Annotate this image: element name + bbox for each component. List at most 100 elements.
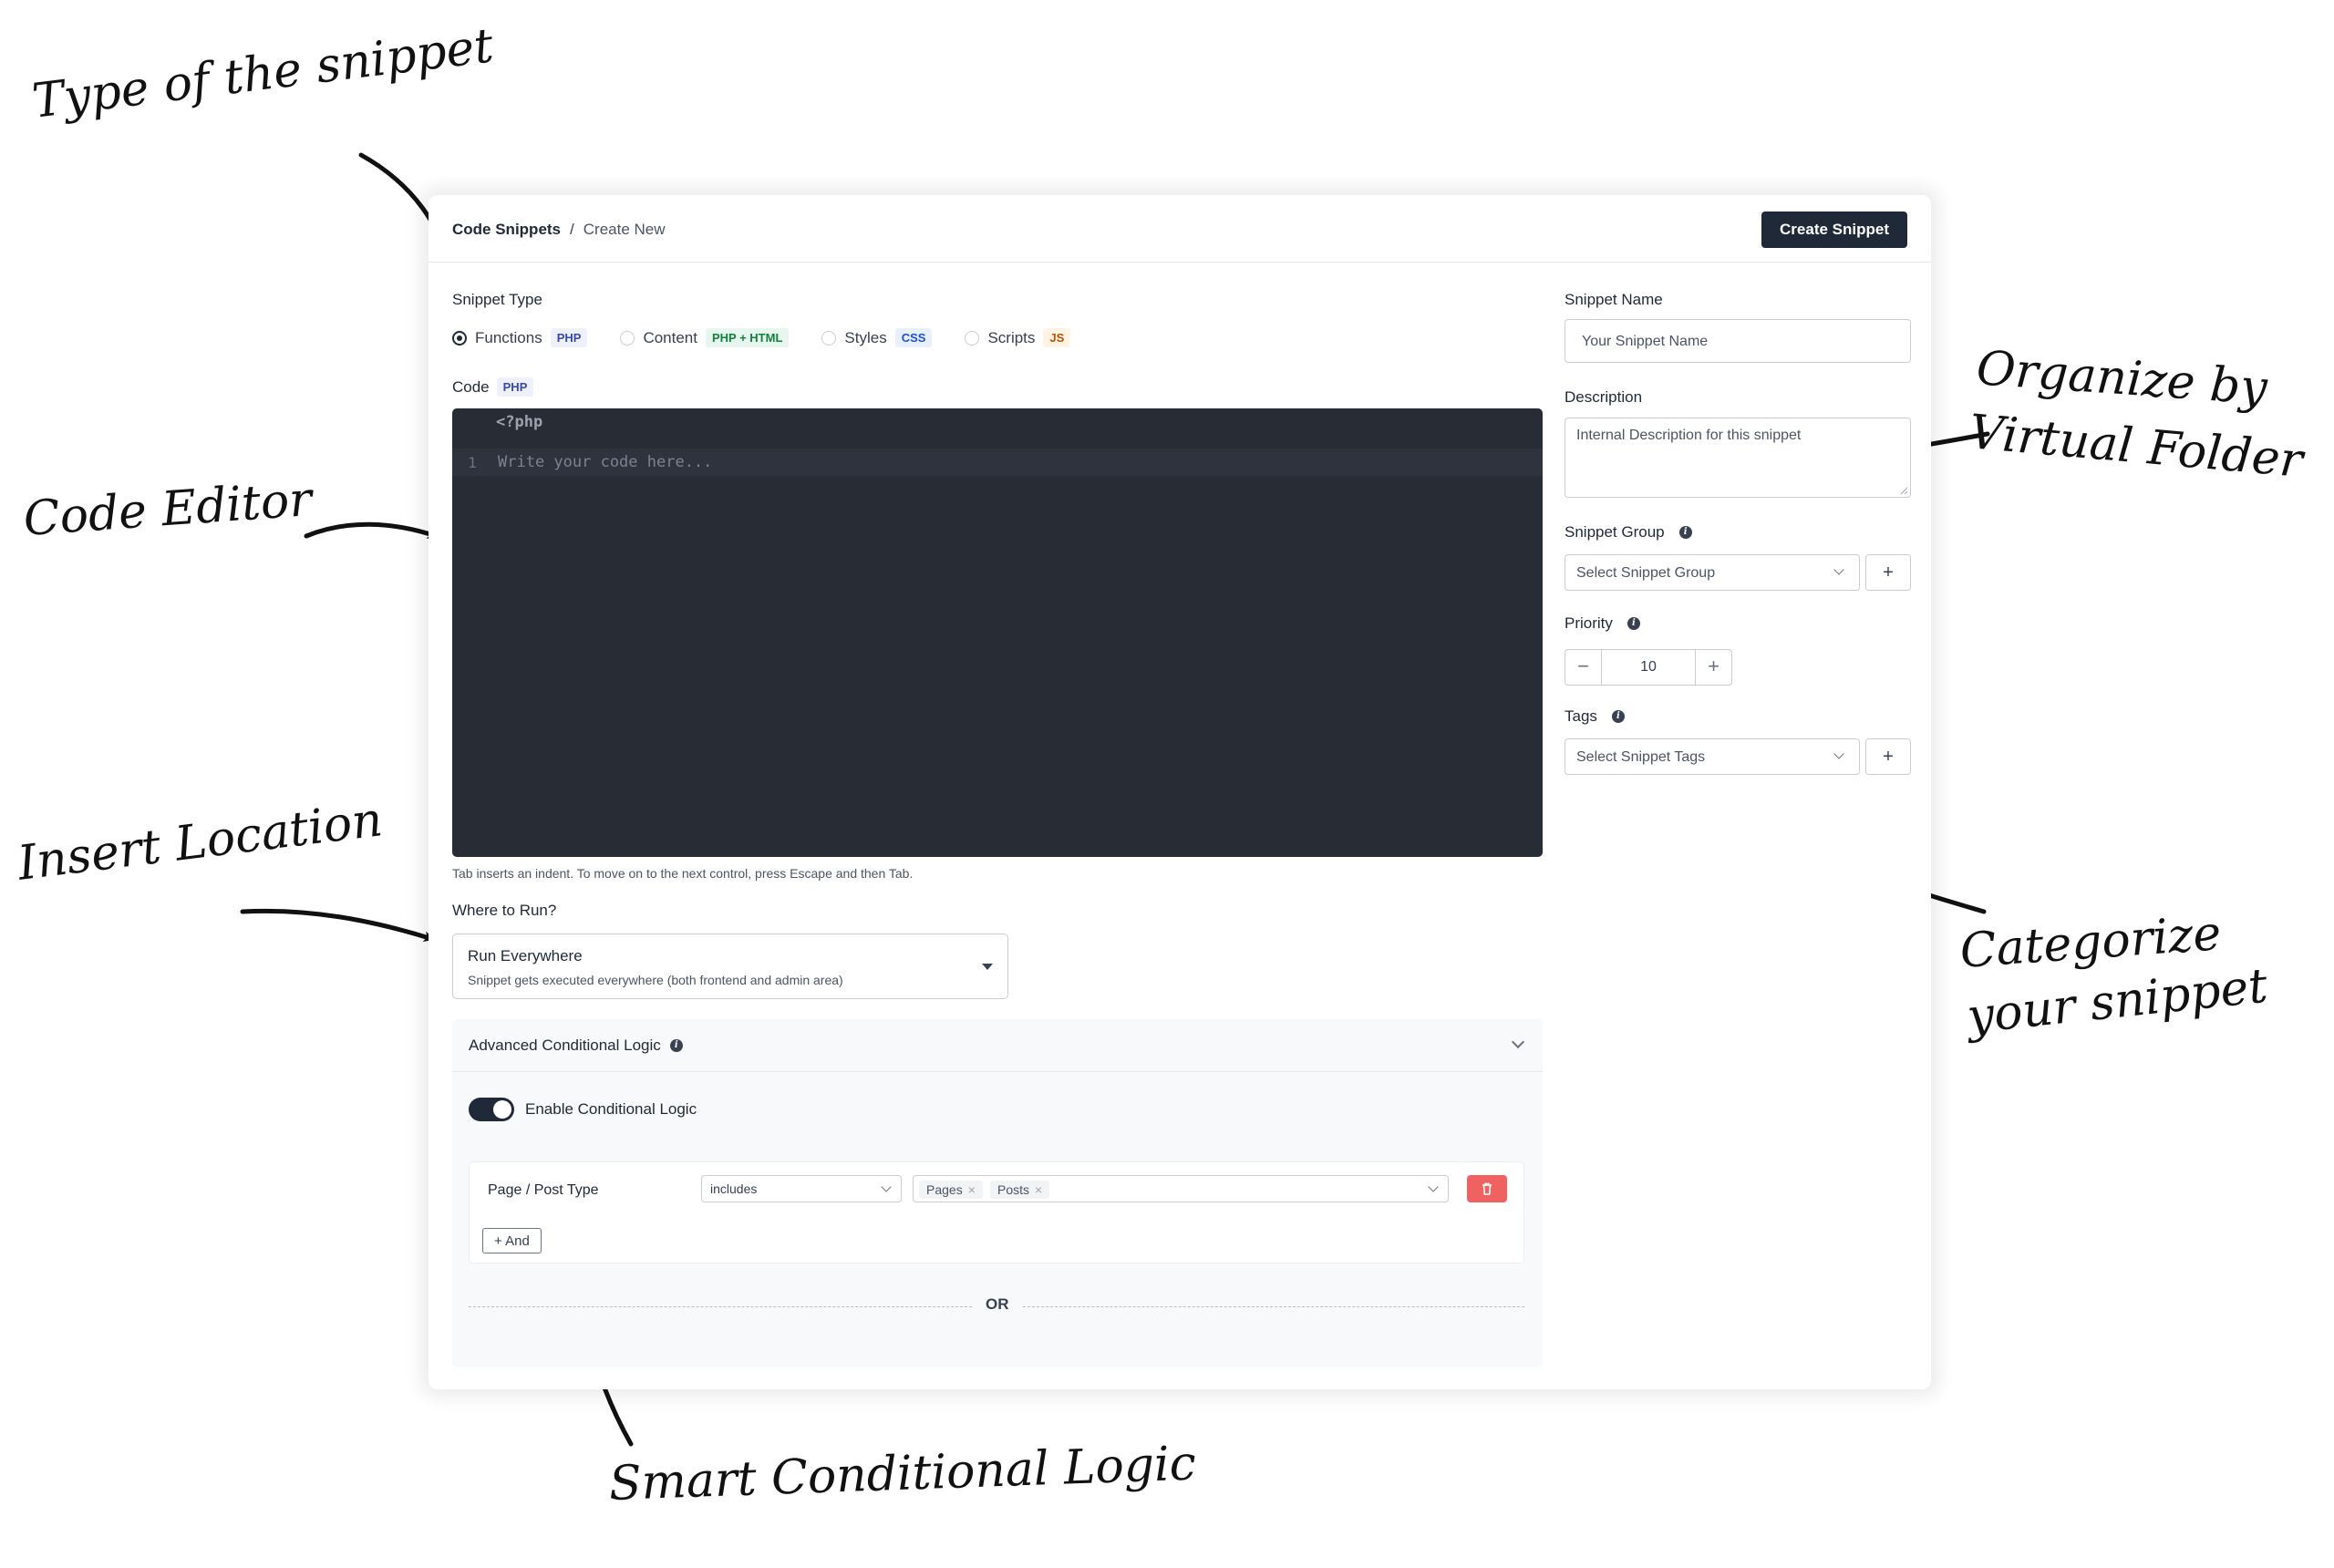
or-divider-left bbox=[469, 1306, 972, 1307]
line-number: 1 bbox=[468, 453, 477, 471]
condition-operator-value: includes bbox=[710, 1181, 758, 1196]
snippet-tags-select[interactable]: Select Snippet Tags bbox=[1565, 738, 1860, 775]
snippet-type-label: Snippet Type bbox=[452, 291, 542, 308]
snippet-group-placeholder: Select Snippet Group bbox=[1576, 565, 1716, 581]
priority-label: Priority i bbox=[1565, 614, 1640, 633]
snippet-name-label: Snippet Name bbox=[1565, 291, 1663, 308]
annotation-organize-line1: Organize by bbox=[1974, 341, 2269, 417]
code-label: Code PHP bbox=[452, 377, 534, 397]
radio-unselected[interactable] bbox=[821, 330, 837, 346]
annotation-type-of-snippet: Type of the snippet bbox=[29, 18, 497, 129]
condition-field-label: Page / Post Type bbox=[488, 1182, 599, 1198]
annotation-smart-conditional-logic: Smart Conditional Logic bbox=[607, 1436, 1197, 1511]
description-placeholder: Internal Description for this snippet bbox=[1576, 428, 1802, 443]
arrow-editor bbox=[304, 521, 439, 539]
advanced-title-text: Advanced Conditional Logic bbox=[469, 1037, 661, 1054]
type-option-functions[interactable]: Functions PHP bbox=[452, 328, 588, 347]
annotation-insert-location: Insert Location bbox=[15, 792, 386, 892]
tags-label: Tags i bbox=[1565, 707, 1625, 726]
advanced-conditional-logic-section: Advanced Conditional Logic i Enable Cond… bbox=[452, 1019, 1543, 1367]
remove-tag-icon[interactable]: × bbox=[1035, 1182, 1042, 1197]
caret-down-icon bbox=[982, 964, 993, 970]
php-html-badge: PHP + HTML bbox=[705, 328, 790, 347]
chevron-down-icon bbox=[1428, 1181, 1439, 1192]
type-option-scripts[interactable]: Scripts JS bbox=[965, 328, 1071, 347]
create-snippet-panel: Code Snippets / Create New Create Snippe… bbox=[429, 195, 1931, 1389]
add-and-condition-button[interactable]: + And bbox=[482, 1228, 542, 1253]
where-to-run-value: Run Everywhere bbox=[468, 947, 583, 965]
add-snippet-group-button[interactable]: + bbox=[1865, 554, 1911, 591]
annotation-code-editor: Code Editor bbox=[21, 471, 314, 547]
info-icon[interactable]: i bbox=[1678, 526, 1692, 539]
php-badge: PHP bbox=[550, 328, 588, 347]
js-badge: JS bbox=[1043, 328, 1071, 347]
chevron-down-icon bbox=[1833, 564, 1844, 575]
code-placeholder: Write your code here... bbox=[498, 453, 713, 471]
enable-conditional-logic-label: Enable Conditional Logic bbox=[525, 1100, 697, 1118]
delete-condition-button[interactable] bbox=[1467, 1175, 1507, 1202]
info-icon[interactable]: i bbox=[1611, 710, 1625, 723]
create-snippet-button[interactable]: Create Snippet bbox=[1761, 211, 1907, 248]
type-option-label: Functions bbox=[475, 328, 542, 346]
condition-group: Page / Post Type includes Pages × Posts × … bbox=[469, 1161, 1524, 1264]
arrow-location bbox=[240, 908, 435, 943]
radio-unselected[interactable] bbox=[620, 330, 635, 346]
value-tag-label: Posts bbox=[997, 1182, 1030, 1197]
snippet-name-input[interactable]: Your Snippet Name bbox=[1565, 319, 1911, 363]
chevron-down-icon bbox=[1833, 748, 1844, 759]
breadcrumb-root[interactable]: Code Snippets bbox=[452, 221, 561, 239]
snippet-type-group: Functions PHP Content PHP + HTML Styles … bbox=[452, 328, 1103, 347]
description-textarea[interactable]: Internal Description for this snippet bbox=[1565, 418, 1911, 498]
snippet-tags-placeholder: Select Snippet Tags bbox=[1576, 749, 1706, 765]
remove-tag-icon[interactable]: × bbox=[968, 1182, 976, 1197]
priority-stepper: − 10 + bbox=[1565, 649, 1732, 686]
value-tag-posts[interactable]: Posts × bbox=[990, 1181, 1050, 1199]
condition-operator-select[interactable]: includes bbox=[701, 1175, 902, 1202]
code-php-badge: PHP bbox=[496, 377, 534, 397]
snippet-name-placeholder: Your Snippet Name bbox=[1582, 334, 1709, 349]
type-option-label: Scripts bbox=[987, 328, 1036, 346]
snippet-group-select[interactable]: Select Snippet Group bbox=[1565, 554, 1860, 591]
or-label: OR bbox=[986, 1295, 1009, 1313]
advanced-section-header[interactable]: Advanced Conditional Logic i bbox=[452, 1019, 1543, 1072]
editor-hint: Tab inserts an indent. To move on to the… bbox=[452, 866, 914, 881]
condition-values-select[interactable]: Pages × Posts × bbox=[913, 1175, 1449, 1202]
priority-label-text: Priority bbox=[1565, 614, 1613, 632]
info-icon[interactable]: i bbox=[1627, 617, 1640, 630]
type-option-content[interactable]: Content PHP + HTML bbox=[620, 328, 790, 347]
increment-button[interactable]: + bbox=[1695, 650, 1731, 685]
trash-icon bbox=[1482, 1182, 1492, 1195]
breadcrumb-separator: / bbox=[570, 221, 574, 238]
type-option-styles[interactable]: Styles CSS bbox=[821, 328, 933, 347]
code-editor-php-open-tag: <?php bbox=[496, 413, 543, 431]
value-tag-label: Pages bbox=[926, 1182, 963, 1197]
info-icon[interactable]: i bbox=[669, 1039, 683, 1052]
value-tag-pages[interactable]: Pages × bbox=[919, 1181, 983, 1199]
type-option-label: Content bbox=[643, 328, 697, 346]
tags-label-text: Tags bbox=[1565, 707, 1597, 725]
code-editor-active-line[interactable]: 1 Write your code here... bbox=[452, 449, 1543, 476]
where-to-run-description: Snippet gets executed everywhere (both f… bbox=[468, 973, 843, 987]
resize-handle-icon[interactable] bbox=[1899, 486, 1908, 495]
css-badge: CSS bbox=[894, 328, 933, 347]
where-to-run-select[interactable]: Run Everywhere Snippet gets executed eve… bbox=[452, 934, 1008, 999]
add-snippet-tag-button[interactable]: + bbox=[1865, 738, 1911, 775]
radio-unselected[interactable] bbox=[965, 330, 980, 346]
or-divider-right bbox=[1023, 1306, 1524, 1307]
type-option-label: Styles bbox=[844, 328, 887, 346]
enable-conditional-logic-toggle[interactable] bbox=[469, 1098, 514, 1121]
code-editor[interactable]: <?php 1 Write your code here... bbox=[452, 408, 1543, 857]
code-label-text: Code bbox=[452, 377, 490, 396]
breadcrumb: Code Snippets / Create New bbox=[452, 221, 666, 239]
chevron-down-icon[interactable] bbox=[1511, 1035, 1525, 1049]
snippet-group-label: Snippet Group i bbox=[1565, 523, 1692, 542]
snippet-group-label-text: Snippet Group bbox=[1565, 523, 1665, 541]
top-bar: Code Snippets / Create New Create Snippe… bbox=[429, 195, 1931, 263]
breadcrumb-current: Create New bbox=[583, 221, 666, 238]
advanced-section-title: Advanced Conditional Logic i bbox=[469, 1037, 683, 1055]
decrement-button[interactable]: − bbox=[1565, 650, 1602, 685]
radio-selected[interactable] bbox=[452, 330, 467, 346]
priority-value[interactable]: 10 bbox=[1602, 659, 1695, 676]
description-label: Description bbox=[1565, 388, 1643, 406]
chevron-down-icon bbox=[881, 1181, 892, 1192]
